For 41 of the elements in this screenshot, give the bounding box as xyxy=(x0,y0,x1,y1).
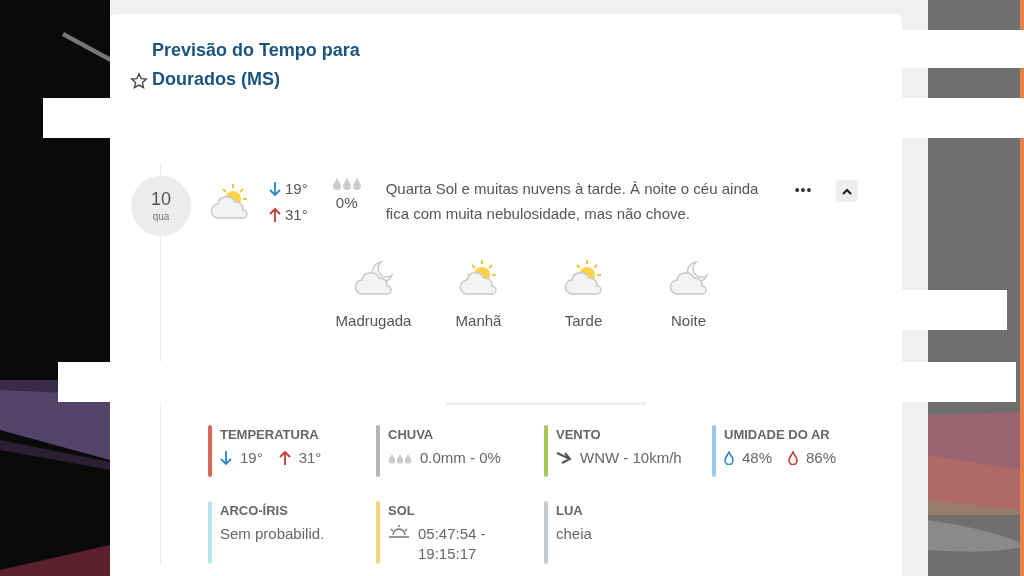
raindrops-icon xyxy=(331,176,362,190)
drop-icon xyxy=(788,451,799,465)
day-number: 10 xyxy=(151,188,171,209)
detail-value: cheia xyxy=(556,524,592,544)
detail-value: 86% xyxy=(806,448,837,468)
more-options-button[interactable]: ••• xyxy=(794,180,813,201)
down-arrow-icon xyxy=(220,450,232,466)
detail-label: SOL xyxy=(388,501,416,520)
detail-value: 19° xyxy=(240,448,263,468)
detail-value: 48% xyxy=(742,448,773,468)
period-label: Noite xyxy=(671,311,706,331)
detail-value: WNW - 10km/h xyxy=(580,448,682,468)
detail-label: UMIDADE DO AR xyxy=(724,425,831,444)
detail-label: CHUVA xyxy=(388,425,435,444)
rain-chance: 0% xyxy=(335,193,358,213)
down-arrow-icon xyxy=(269,181,281,197)
collapse-button[interactable] xyxy=(836,180,859,202)
detail-value: 31° xyxy=(298,448,322,468)
period-label: Manhã xyxy=(455,311,502,331)
high-temperature: 31° xyxy=(285,205,308,225)
wind-arrow-icon xyxy=(556,451,572,465)
detail-value: 0.0mm - 0% xyxy=(420,448,501,468)
low-temperature: 19° xyxy=(285,179,308,199)
detail-label: LUA xyxy=(556,501,584,520)
sunrise-icon xyxy=(388,524,410,538)
period-label: Madrugada xyxy=(335,311,412,331)
detail-label: ARCO-ÍRIS xyxy=(220,501,289,520)
star-icon[interactable] xyxy=(130,72,148,90)
detail-label: VENTO xyxy=(556,425,602,444)
page-title: Previsão do Tempo para Dourados (MS) xyxy=(152,39,361,91)
detail-value: Sem probabilid. xyxy=(220,524,325,544)
detail-value: 05:47:54 - 19:15:17 xyxy=(418,524,487,564)
up-arrow-icon xyxy=(269,207,281,223)
detail-label: TEMPERATURA xyxy=(220,425,320,444)
period-label: Tarde xyxy=(564,311,603,331)
weekday-label: qua xyxy=(152,209,170,224)
raindrops-icon xyxy=(388,452,412,464)
drop-icon xyxy=(724,451,734,465)
chevron-icon xyxy=(841,187,854,195)
up-arrow-icon xyxy=(278,450,291,466)
forecast-description: Quarta Sol e muitas nuvens à tarde. À noite o céu ainda fica com muita nebulosidade, mas não chove. xyxy=(385,179,760,224)
